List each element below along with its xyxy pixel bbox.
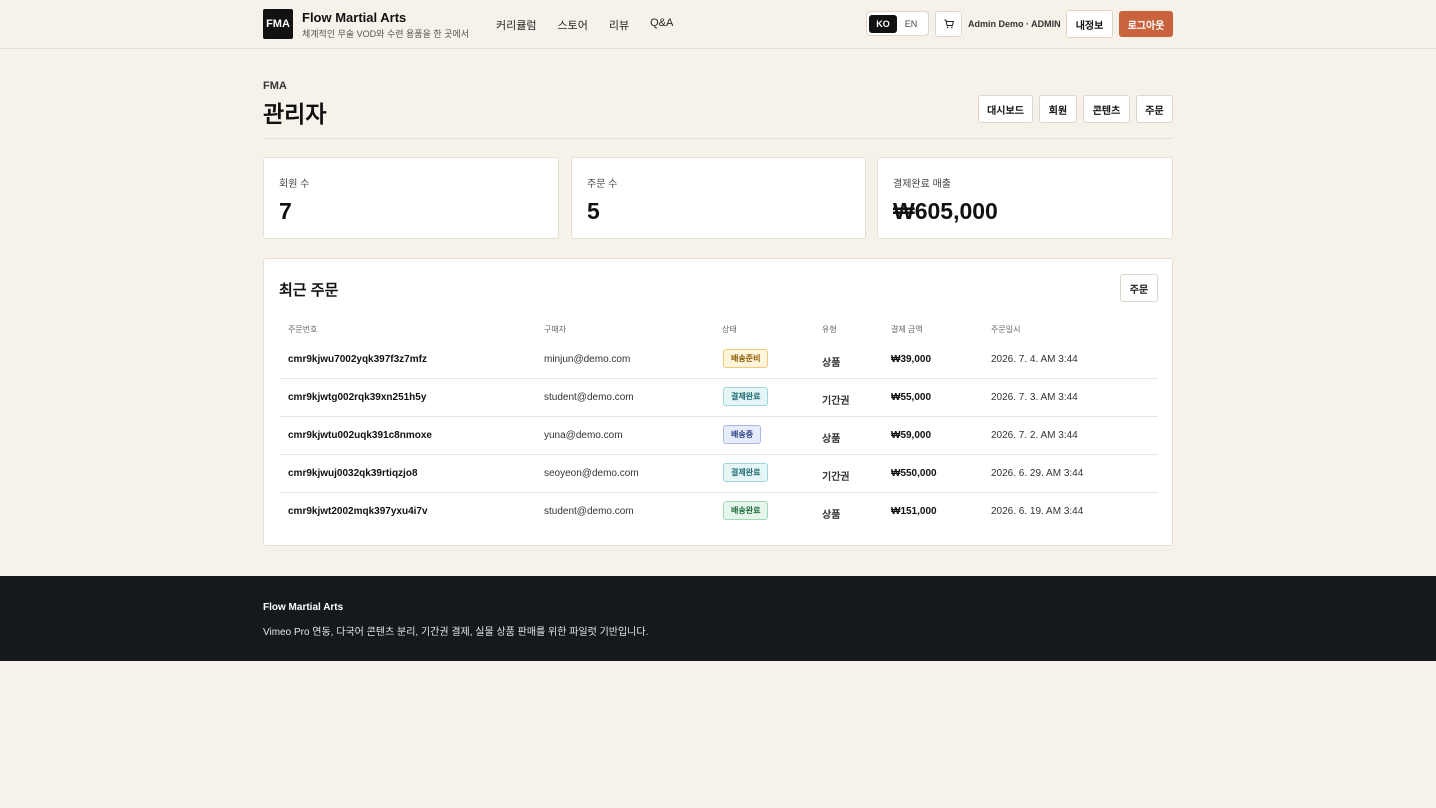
column-header-amount: 결제 금액 bbox=[891, 325, 923, 334]
stat-label: 회원 수 bbox=[279, 179, 310, 190]
logo[interactable]: FMA bbox=[263, 9, 293, 39]
order-id: cmr9kjwuj0032qk39rtiqzjo8 bbox=[288, 468, 418, 479]
buyer-email: yuna@demo.com bbox=[544, 430, 623, 441]
buyer-email: seoyeon@demo.com bbox=[544, 468, 639, 479]
column-header-type: 유형 bbox=[822, 325, 837, 334]
recent-orders-title: 최근 주문 bbox=[279, 282, 339, 299]
stat-label: 결제완료 매출 bbox=[893, 179, 951, 190]
order-id: cmr9kjwu7002yqk397f3z7mfz bbox=[288, 354, 427, 365]
order-amount: ₩550,000 bbox=[891, 468, 937, 479]
profile-button[interactable]: 내정보 bbox=[1066, 10, 1113, 38]
stat-value: 7 bbox=[279, 198, 292, 224]
status-badge: 배송중 bbox=[723, 425, 762, 444]
order-type: 기간권 bbox=[822, 472, 850, 483]
order-amount: ₩55,000 bbox=[891, 392, 932, 403]
table-row[interactable]: cmr9kjwuj0032qk39rtiqzjo8 seoyeon@demo.c… bbox=[279, 455, 1158, 493]
nav-qna[interactable]: Q&A bbox=[650, 17, 673, 33]
table-row[interactable]: cmr9kjwt2002mqk397yxu4i7v student@demo.c… bbox=[279, 493, 1158, 531]
order-id: cmr9kjwt2002mqk397yxu4i7v bbox=[288, 506, 428, 517]
nav-reviews[interactable]: 리뷰 bbox=[609, 17, 629, 33]
cart-icon bbox=[944, 19, 954, 29]
status-badge: 결제완료 bbox=[723, 463, 769, 482]
page-title: 관리자 bbox=[263, 101, 327, 127]
recent-orders-panel: 최근 주문 주문 주문번호 구매자 상태 유형 결제 금액 주문일시 cmr9k… bbox=[263, 258, 1173, 546]
buyer-email: student@demo.com bbox=[544, 392, 634, 403]
stat-card-revenue: 결제완료 매출 ₩605,000 bbox=[877, 157, 1173, 239]
table-row[interactable]: cmr9kjwu7002yqk397f3z7mfz minjun@demo.co… bbox=[279, 341, 1158, 379]
column-header-date: 주문일시 bbox=[991, 325, 1021, 334]
order-date: 2026. 7. 2. AM 3:44 bbox=[991, 430, 1078, 441]
nav-store[interactable]: 스토어 bbox=[557, 17, 587, 33]
lang-en-button[interactable]: EN bbox=[897, 15, 925, 33]
order-date: 2026. 7. 4. AM 3:44 bbox=[991, 354, 1078, 365]
logout-button[interactable]: 로그아웃 bbox=[1119, 11, 1173, 37]
order-date: 2026. 6. 29. AM 3:44 bbox=[991, 468, 1084, 479]
buyer-email: minjun@demo.com bbox=[544, 354, 631, 365]
user-label: Admin Demo · ADMIN bbox=[968, 19, 1061, 29]
lang-ko-button[interactable]: KO bbox=[869, 14, 897, 33]
status-badge: 결제완료 bbox=[723, 387, 769, 406]
order-id: cmr9kjwtu002uqk391c8nmoxe bbox=[288, 430, 432, 441]
brand-title[interactable]: Flow Martial Arts bbox=[302, 10, 406, 25]
nav-curriculum[interactable]: 커리큘럼 bbox=[496, 17, 536, 33]
table-row[interactable]: cmr9kjwtu002uqk391c8nmoxe yuna@demo.com … bbox=[279, 417, 1158, 455]
footer-description: Vimeo Pro 연동, 다국어 콘텐츠 분리, 기간권 결제, 실물 상품 … bbox=[263, 627, 649, 638]
status-badge: 배송준비 bbox=[723, 349, 769, 368]
column-header-order-id: 주문번호 bbox=[288, 325, 318, 334]
divider bbox=[263, 138, 1173, 139]
admin-tab-members[interactable]: 회원 bbox=[1039, 95, 1077, 123]
stat-label: 주문 수 bbox=[587, 179, 618, 190]
order-date: 2026. 7. 3. AM 3:44 bbox=[991, 392, 1078, 403]
order-date: 2026. 6. 19. AM 3:44 bbox=[991, 506, 1084, 517]
cart-button[interactable] bbox=[935, 11, 962, 37]
order-type: 상품 bbox=[822, 510, 841, 521]
status-badge: 배송완료 bbox=[723, 501, 769, 520]
order-amount: ₩151,000 bbox=[891, 506, 937, 517]
main-nav: 커리큘럼 스토어 리뷰 Q&A bbox=[496, 17, 694, 33]
order-type: 상품 bbox=[822, 434, 841, 445]
page-eyebrow: FMA bbox=[263, 80, 287, 92]
table-row[interactable]: cmr9kjwtg002rqk39xn251h5y student@demo.c… bbox=[279, 379, 1158, 417]
order-type: 상품 bbox=[822, 358, 841, 369]
buyer-email: student@demo.com bbox=[544, 506, 634, 517]
admin-tab-content[interactable]: 콘텐츠 bbox=[1083, 95, 1130, 123]
admin-tab-dashboard[interactable]: 대시보드 bbox=[978, 95, 1033, 123]
language-toggle: KO EN bbox=[866, 11, 929, 36]
order-id: cmr9kjwtg002rqk39xn251h5y bbox=[288, 392, 427, 403]
top-header: FMA Flow Martial Arts 체계적인 무술 VOD와 수련 용품… bbox=[0, 0, 1436, 49]
footer-title: Flow Martial Arts bbox=[263, 602, 344, 613]
orders-link-button[interactable]: 주문 bbox=[1120, 274, 1158, 302]
stat-card-members: 회원 수 7 bbox=[263, 157, 559, 239]
order-amount: ₩39,000 bbox=[891, 354, 932, 365]
column-header-buyer: 구매자 bbox=[544, 325, 567, 334]
footer: Flow Martial Arts Vimeo Pro 연동, 다국어 콘텐츠 … bbox=[0, 576, 1436, 661]
stat-card-orders: 주문 수 5 bbox=[571, 157, 866, 239]
column-header-status: 상태 bbox=[722, 325, 737, 334]
stat-value: ₩605,000 bbox=[893, 198, 998, 224]
admin-tab-orders[interactable]: 주문 bbox=[1136, 95, 1173, 123]
order-type: 기간권 bbox=[822, 396, 850, 407]
brand-subtitle: 체계적인 무술 VOD와 수련 용품을 한 곳에서 bbox=[302, 29, 469, 39]
order-amount: ₩59,000 bbox=[891, 430, 932, 441]
stat-value: 5 bbox=[587, 198, 600, 224]
